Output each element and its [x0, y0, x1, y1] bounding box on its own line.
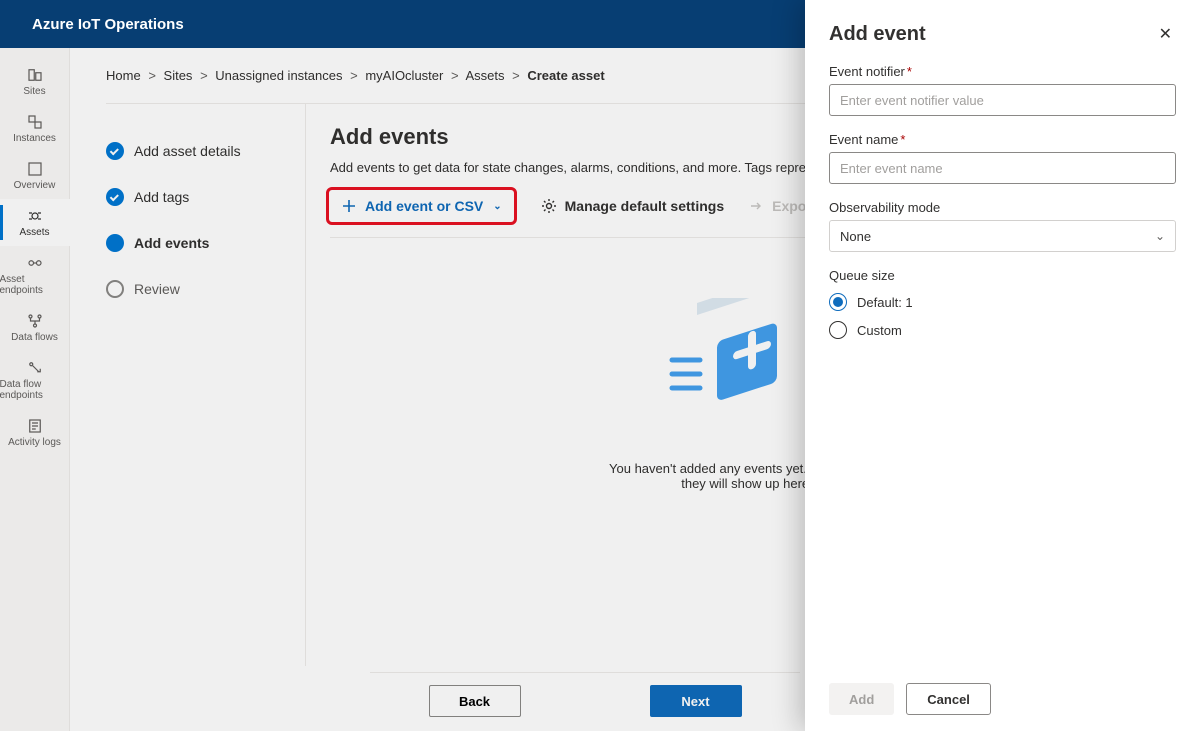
nav-sites-label: Sites — [23, 86, 45, 97]
sites-icon — [26, 66, 44, 84]
highlighted-button-frame: Add event or CSV ⌄ — [326, 187, 517, 225]
gear-icon — [541, 198, 557, 214]
crumb-cluster[interactable]: myAIOcluster — [365, 68, 443, 83]
queue-size-custom-radio[interactable]: Custom — [829, 321, 1176, 339]
queue-size-custom-label: Custom — [857, 323, 902, 338]
queue-size-default-label: Default: 1 — [857, 295, 913, 310]
flyout-add-button: Add — [829, 683, 894, 715]
app-title: Azure IoT Operations — [32, 16, 184, 33]
add-event-flyout: Add event ✕ Event notifier* Event name* … — [805, 0, 1200, 731]
data-flow-endpoints-icon — [26, 359, 44, 377]
nav-data-flows-label: Data flows — [11, 332, 58, 343]
overview-icon — [26, 160, 44, 178]
data-flows-icon — [26, 312, 44, 330]
crumb-sites[interactable]: Sites — [164, 68, 193, 83]
nav-data-flow-endpoints-label: Data flow endpoints — [0, 379, 70, 401]
nav-activity-logs[interactable]: Activity logs — [0, 409, 70, 456]
observability-mode-select[interactable]: None ⌄ — [829, 220, 1176, 252]
wizard-step-review[interactable]: Review — [106, 266, 305, 312]
nav-instances-label: Instances — [13, 133, 56, 144]
queue-size-default-radio[interactable]: Default: 1 — [829, 293, 1176, 311]
close-icon[interactable]: ✕ — [1155, 20, 1176, 48]
crumb-current: Create asset — [527, 68, 604, 83]
nav-overview-label: Overview — [14, 180, 56, 191]
wizard-step-add-tags[interactable]: Add tags — [106, 174, 305, 220]
event-notifier-input[interactable] — [829, 84, 1176, 116]
nav-asset-endpoints-label: Asset endpoints — [0, 274, 70, 296]
manage-default-settings-button[interactable]: Manage default settings — [541, 198, 724, 214]
event-name-label: Event name* — [829, 132, 1176, 147]
nav-data-flow-endpoints[interactable]: Data flow endpoints — [0, 351, 70, 409]
add-event-label: Add event or CSV — [365, 198, 483, 214]
crumb-unassigned[interactable]: Unassigned instances — [215, 68, 342, 83]
chevron-down-icon: ⌄ — [1155, 229, 1165, 243]
nav-assets[interactable]: Assets — [0, 199, 70, 246]
wizard-step-add-events[interactable]: Add events — [106, 220, 305, 266]
event-name-input[interactable] — [829, 152, 1176, 184]
event-notifier-label: Event notifier* — [829, 64, 1176, 79]
activity-logs-icon — [26, 417, 44, 435]
wizard-footer: Back Next — [370, 672, 800, 717]
flyout-cancel-button[interactable]: Cancel — [906, 683, 991, 715]
crumb-home[interactable]: Home — [106, 68, 141, 83]
nav-instances[interactable]: Instances — [0, 105, 70, 152]
observability-mode-label: Observability mode — [829, 200, 1176, 215]
wizard-step-asset-details[interactable]: Add asset details — [106, 128, 305, 174]
wizard-step-label: Add asset details — [134, 143, 241, 159]
chevron-down-icon: ⌄ — [493, 201, 501, 212]
nav-overview[interactable]: Overview — [0, 152, 70, 199]
nav-sites[interactable]: Sites — [0, 58, 70, 105]
add-event-or-csv-button[interactable]: Add event or CSV ⌄ — [341, 198, 502, 214]
nav-asset-endpoints[interactable]: Asset endpoints — [0, 246, 70, 304]
next-button[interactable]: Next — [650, 685, 742, 717]
export-icon — [748, 198, 764, 214]
current-step-icon — [106, 234, 124, 252]
wizard-step-label: Add tags — [134, 189, 189, 205]
radio-checked-icon — [829, 293, 847, 311]
check-icon — [106, 188, 124, 206]
nav-activity-logs-label: Activity logs — [8, 437, 61, 448]
observability-mode-value: None — [840, 229, 871, 244]
flyout-title: Add event — [829, 23, 926, 46]
wizard-step-label: Add events — [134, 235, 209, 251]
manage-default-label: Manage default settings — [565, 198, 724, 214]
assets-icon — [26, 207, 44, 225]
plus-icon — [341, 198, 357, 214]
instances-icon — [26, 113, 44, 131]
wizard-steps: Add asset details Add tags Add events Re… — [106, 104, 306, 666]
radio-unchecked-icon — [829, 321, 847, 339]
nav-assets-label: Assets — [19, 227, 49, 238]
back-button[interactable]: Back — [429, 685, 521, 717]
queue-size-label: Queue size — [829, 268, 1176, 283]
pending-step-icon — [106, 280, 124, 298]
crumb-assets[interactable]: Assets — [465, 68, 504, 83]
check-icon — [106, 142, 124, 160]
nav-rail: Sites Instances Overview Assets Asset en… — [0, 48, 70, 731]
wizard-step-label: Review — [134, 281, 180, 297]
nav-data-flows[interactable]: Data flows — [0, 304, 70, 351]
asset-endpoints-icon — [26, 254, 44, 272]
